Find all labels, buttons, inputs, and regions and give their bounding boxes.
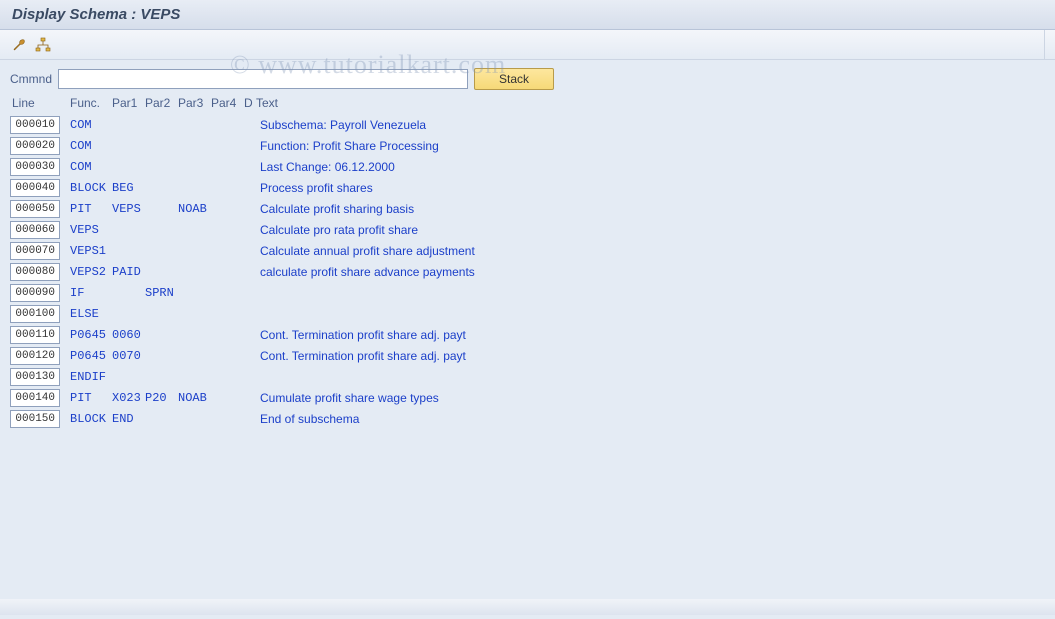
command-row: Cmmnd Stack: [0, 60, 1055, 94]
table-row: 000140 PITX023P20NOAB Cumulate profit shar…: [0, 387, 1055, 408]
stack-button[interactable]: Stack: [474, 68, 554, 90]
cell-text: End of subschema: [256, 412, 1045, 426]
cell-par2: SPRN: [145, 286, 178, 300]
cell-func: VEPS1: [70, 244, 112, 258]
cell-par1: END: [112, 412, 145, 426]
cell-par1: BEG: [112, 181, 145, 195]
line-number-input[interactable]: 000140: [10, 389, 60, 407]
table-row: 000100 ELSE: [0, 303, 1055, 324]
toolbar-separator: [1044, 30, 1045, 60]
table-row: 000040 BLOCKBEG Process profit shares: [0, 177, 1055, 198]
table-row: 000060 VEPS Calculate pro rata profit shar…: [0, 219, 1055, 240]
cell-func: BLOCK: [70, 412, 112, 426]
header-par4: Par4: [211, 96, 244, 110]
line-number-input[interactable]: 000070: [10, 242, 60, 260]
cell-text: Cont. Termination profit share adj. payt: [256, 328, 1045, 342]
header-par1: Par1: [112, 96, 145, 110]
table-row: 000050 PITVEPS NOAB Calculate profit sharin…: [0, 198, 1055, 219]
cell-par1: VEPS: [112, 202, 145, 216]
cell-func: P0645: [70, 328, 112, 342]
cell-text: Cumulate profit share wage types: [256, 391, 1045, 405]
header-line: Line: [10, 96, 70, 110]
structure-icon[interactable]: [34, 36, 52, 54]
cell-text: Calculate pro rata profit share: [256, 223, 1045, 237]
cell-par1: 0060: [112, 328, 145, 342]
cell-func: IF: [70, 286, 112, 300]
cell-text: Cont. Termination profit share adj. payt: [256, 349, 1045, 363]
cell-func: BLOCK: [70, 181, 112, 195]
table-row: 000010 COM Subschema: Payroll Venezuela: [0, 114, 1055, 135]
page-title: Display Schema : VEPS: [12, 6, 180, 23]
cell-func: COM: [70, 160, 112, 174]
line-number-input[interactable]: 000100: [10, 305, 60, 323]
command-input[interactable]: [58, 69, 468, 89]
cell-par1: 0070: [112, 349, 145, 363]
line-number-input[interactable]: 000150: [10, 410, 60, 428]
cell-func: VEPS: [70, 223, 112, 237]
cell-func: COM: [70, 139, 112, 153]
cell-text: Function: Profit Share Processing: [256, 139, 1045, 153]
line-number-input[interactable]: 000050: [10, 200, 60, 218]
header-func: Func.: [70, 96, 112, 110]
column-headers: Line Func. Par1 Par2 Par3 Par4 D Text: [0, 94, 1055, 114]
line-number-input[interactable]: 000090: [10, 284, 60, 302]
line-number-input[interactable]: 000010: [10, 116, 60, 134]
cell-par2: P20: [145, 391, 178, 405]
toolbar: [0, 30, 1055, 60]
titlebar: Display Schema : VEPS: [0, 0, 1055, 30]
cell-par3: NOAB: [178, 391, 211, 405]
table-row: 000130 ENDIF: [0, 366, 1055, 387]
cell-par1: X023: [112, 391, 145, 405]
table-row: 000070 VEPS1 Calculate annual profit share…: [0, 240, 1055, 261]
cell-func: ELSE: [70, 307, 112, 321]
cell-text: Subschema: Payroll Venezuela: [256, 118, 1045, 132]
horizontal-scrollbar[interactable]: [0, 599, 1055, 615]
cell-func: PIT: [70, 391, 112, 405]
table-row: 000110 P06450060 Cont. Termination profit …: [0, 324, 1055, 345]
rows-container: 000010COMSubschema: Payroll Venezuela000…: [0, 114, 1055, 429]
table-row: 000080 VEPS2PAID calculate profit share ad…: [0, 261, 1055, 282]
header-par3: Par3: [178, 96, 211, 110]
table-row: 000030 COM Last Change: 06.12.2000: [0, 156, 1055, 177]
cell-func: P0645: [70, 349, 112, 363]
line-number-input[interactable]: 000120: [10, 347, 60, 365]
cell-par1: PAID: [112, 265, 145, 279]
line-number-input[interactable]: 000080: [10, 263, 60, 281]
header-text: Text: [256, 96, 1045, 110]
table-row: 000120 P06450070 Cont. Termination profit …: [0, 345, 1055, 366]
cell-text: Calculate annual profit share adjustment: [256, 244, 1045, 258]
cell-text: Last Change: 06.12.2000: [256, 160, 1045, 174]
cell-func: COM: [70, 118, 112, 132]
cell-func: PIT: [70, 202, 112, 216]
header-d: D: [244, 96, 256, 110]
cell-text: Process profit shares: [256, 181, 1045, 195]
line-number-input[interactable]: 000110: [10, 326, 60, 344]
cell-text: Calculate profit sharing basis: [256, 202, 1045, 216]
cell-par3: NOAB: [178, 202, 211, 216]
line-number-input[interactable]: 000030: [10, 158, 60, 176]
line-number-input[interactable]: 000020: [10, 137, 60, 155]
cell-func: ENDIF: [70, 370, 112, 384]
cell-text: calculate profit share advance payments: [256, 265, 1045, 279]
line-number-input[interactable]: 000060: [10, 221, 60, 239]
wrench-icon[interactable]: [10, 36, 28, 54]
line-number-input[interactable]: 000040: [10, 179, 60, 197]
header-par2: Par2: [145, 96, 178, 110]
table-row: 000090 IF SPRN: [0, 282, 1055, 303]
table-row: 000020 COM Function: Profit Share Processi…: [0, 135, 1055, 156]
line-number-input[interactable]: 000130: [10, 368, 60, 386]
command-label: Cmmnd: [10, 72, 52, 86]
cell-func: VEPS2: [70, 265, 112, 279]
table-row: 000150 BLOCKEND End of subschema: [0, 408, 1055, 429]
